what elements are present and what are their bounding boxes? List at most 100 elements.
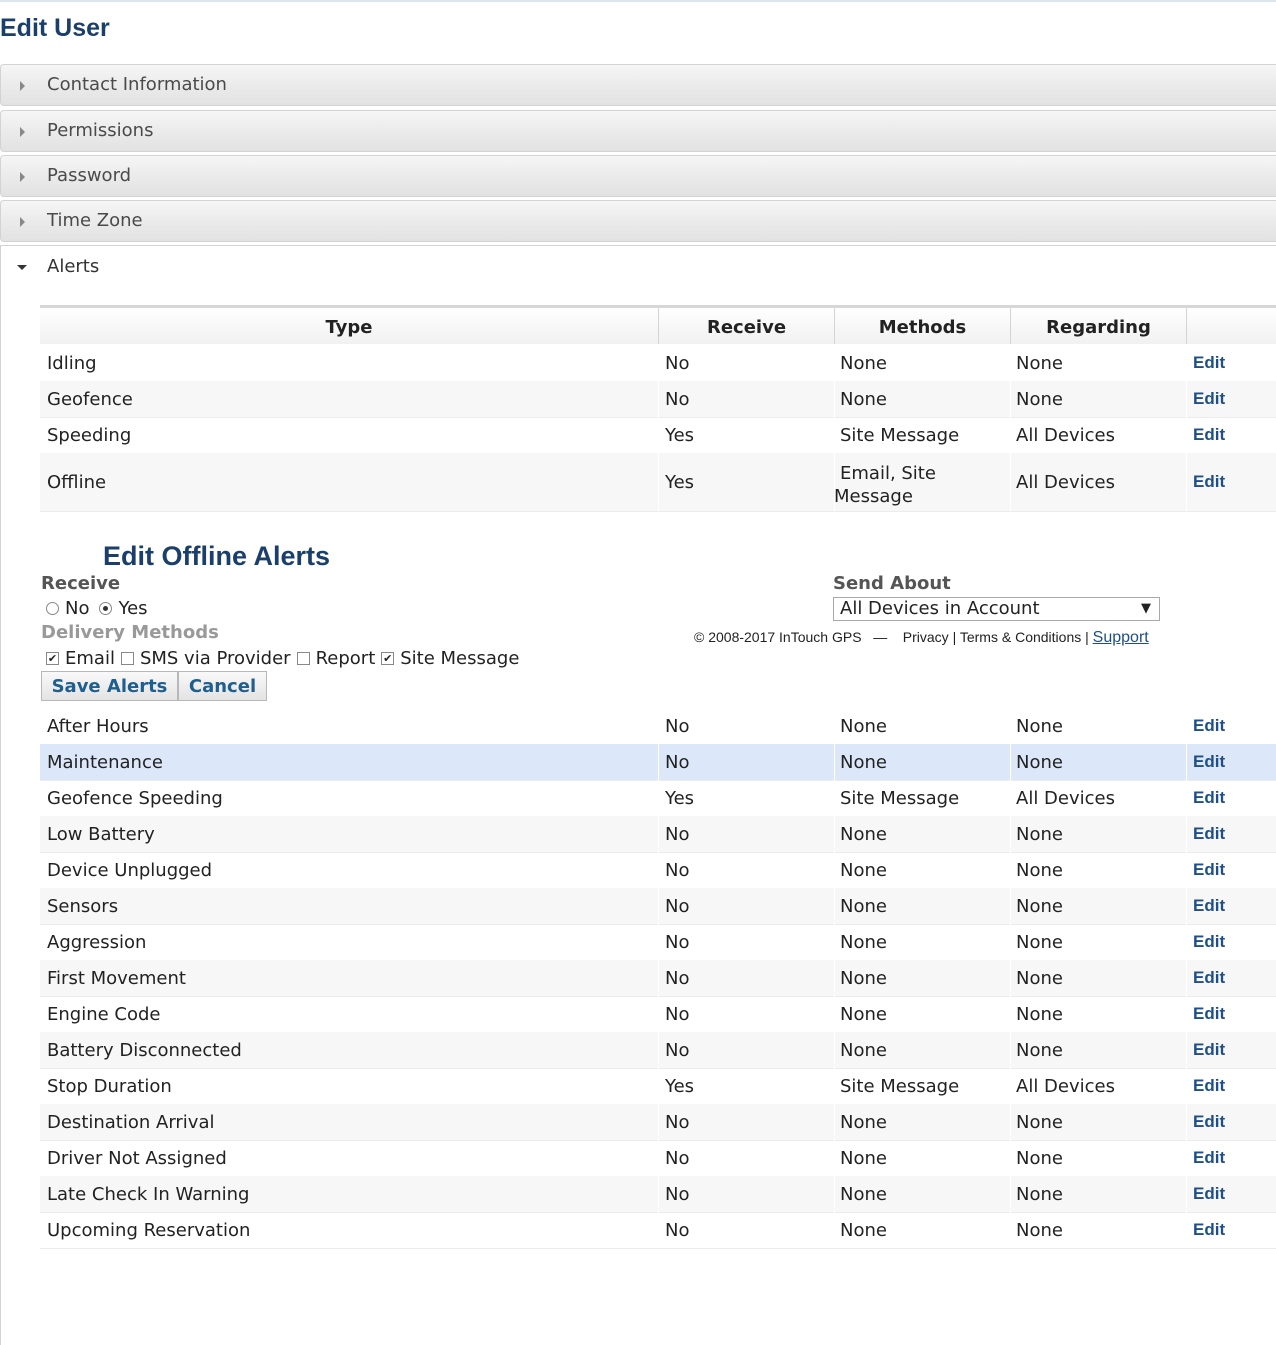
column-divider: [834, 1068, 835, 1104]
alert-type: Maintenance: [47, 751, 163, 773]
column-divider: [834, 1032, 835, 1068]
sms-label: SMS via Provider: [139, 648, 291, 669]
column-divider: [1186, 1104, 1187, 1140]
alert-type: Aggression: [47, 931, 147, 953]
edit-link[interactable]: Edit: [1193, 852, 1263, 888]
edit-link[interactable]: Edit: [1193, 417, 1263, 453]
edit-link[interactable]: Edit: [1193, 816, 1263, 852]
save-alerts-button[interactable]: Save Alerts: [41, 671, 178, 701]
edit-link[interactable]: Edit: [1193, 1212, 1263, 1248]
column-divider: [834, 744, 835, 780]
table-row: Offline Yes Email, Site Message All Devices E…: [40, 453, 1276, 512]
column-divider: [834, 1212, 835, 1248]
alert-regarding: All Devices: [1016, 471, 1115, 493]
triangle-right-icon: [20, 81, 25, 91]
edit-link[interactable]: Edit: [1193, 345, 1263, 381]
edit-link[interactable]: Edit: [1193, 888, 1263, 924]
column-header-receive[interactable]: Receive: [658, 308, 834, 344]
table-row: Aggression No None None Edit: [40, 924, 1276, 961]
column-divider: [658, 1068, 659, 1104]
alerts-table-header: Type Receive Methods Regarding: [40, 305, 1276, 344]
footer-copyright: © 2008-2017 InTouch GPS: [694, 629, 862, 645]
table-row: Geofence Speeding Yes Site Message All Devi…: [40, 780, 1276, 817]
report-checkbox[interactable]: [296, 652, 310, 665]
alert-type: Battery Disconnected: [47, 1039, 242, 1061]
table-row: Late Check In Warning No None None Edit: [40, 1176, 1276, 1213]
delivery-methods-group: ✔ Email SMS via Provider Report ✔ Site Mes…: [46, 648, 525, 669]
alert-type: Idling: [47, 352, 97, 374]
edit-link[interactable]: Edit: [1193, 1068, 1263, 1104]
edit-link[interactable]: Edit: [1193, 1176, 1263, 1212]
footer-support-link[interactable]: Support: [1093, 629, 1149, 646]
edit-link[interactable]: Edit: [1193, 381, 1263, 417]
column-divider: [1010, 780, 1011, 816]
column-divider: [1186, 1212, 1187, 1248]
accordion-contact-information[interactable]: Contact Information: [0, 64, 1276, 106]
column-divider: [834, 924, 835, 960]
table-row: Driver Not Assigned No None None Edit: [40, 1140, 1276, 1177]
alert-methods: None: [840, 388, 887, 410]
edit-link[interactable]: Edit: [1193, 708, 1263, 744]
edit-link[interactable]: Edit: [1193, 744, 1263, 780]
alert-type: After Hours: [47, 715, 149, 737]
sms-checkbox[interactable]: [120, 652, 134, 665]
alert-regarding: None: [1016, 715, 1063, 737]
email-checkbox[interactable]: ✔: [46, 652, 59, 665]
top-border: [0, 0, 1276, 2]
table-row: Stop Duration Yes Site Message All Devices E…: [40, 1068, 1276, 1105]
column-header-type[interactable]: Type: [40, 308, 658, 344]
table-row: Battery Disconnected No None None Edit: [40, 1032, 1276, 1069]
column-divider: [1186, 996, 1187, 1032]
column-divider: [834, 1176, 835, 1212]
column-divider: [1186, 1140, 1187, 1176]
footer-privacy-link[interactable]: Privacy: [903, 629, 949, 645]
table-row: Destination Arrival No None None Edit: [40, 1104, 1276, 1141]
column-divider: [658, 780, 659, 816]
alert-receive: Yes: [665, 1075, 695, 1097]
alert-regarding: None: [1016, 1111, 1063, 1133]
column-divider: [1010, 1068, 1011, 1104]
column-divider: [1186, 780, 1187, 816]
column-header-regarding[interactable]: Regarding: [1010, 308, 1186, 344]
edit-link[interactable]: Edit: [1193, 1140, 1263, 1176]
footer-terms-link[interactable]: Terms & Conditions: [960, 629, 1081, 645]
column-header-methods[interactable]: Methods: [834, 308, 1010, 344]
edit-link[interactable]: Edit: [1193, 453, 1263, 511]
receive-no-radio[interactable]: [46, 602, 59, 615]
column-divider: [1186, 744, 1187, 780]
edit-link[interactable]: Edit: [1193, 960, 1263, 996]
alert-methods: None: [840, 931, 887, 953]
alert-regarding: None: [1016, 931, 1063, 953]
edit-link[interactable]: Edit: [1193, 996, 1263, 1032]
alert-regarding: None: [1016, 388, 1063, 410]
column-divider: [834, 417, 835, 453]
cancel-button[interactable]: Cancel: [178, 671, 267, 701]
alert-regarding: None: [1016, 1147, 1063, 1169]
table-row: Sensors No None None Edit: [40, 888, 1276, 925]
edit-link[interactable]: Edit: [1193, 780, 1263, 816]
column-divider: [658, 744, 659, 780]
alert-methods: Email, Site Message: [834, 453, 1004, 511]
column-divider: [1186, 345, 1187, 381]
alert-methods-text: Email, Site Message: [834, 456, 936, 508]
alert-methods: None: [840, 895, 887, 917]
alert-type: Speeding: [47, 424, 132, 446]
send-about-select[interactable]: All Devices in Account ▼: [833, 597, 1160, 621]
receive-yes-radio[interactable]: [99, 602, 113, 615]
edit-link[interactable]: Edit: [1193, 1032, 1263, 1068]
column-divider: [658, 996, 659, 1032]
column-divider: [1010, 924, 1011, 960]
accordion-password[interactable]: Password: [0, 155, 1276, 197]
alert-receive: No: [665, 931, 690, 953]
alert-methods: None: [840, 1039, 887, 1061]
table-row: Engine Code No None None Edit: [40, 996, 1276, 1033]
report-label: Report: [315, 648, 376, 669]
column-divider: [834, 852, 835, 888]
edit-link[interactable]: Edit: [1193, 924, 1263, 960]
accordion-permissions[interactable]: Permissions: [0, 110, 1276, 152]
receive-radio-group: No Yes: [46, 598, 148, 619]
edit-link[interactable]: Edit: [1193, 1104, 1263, 1140]
accordion-time-zone[interactable]: Time Zone: [0, 200, 1276, 242]
site-message-checkbox[interactable]: ✔: [381, 652, 395, 665]
column-divider: [1010, 1140, 1011, 1176]
